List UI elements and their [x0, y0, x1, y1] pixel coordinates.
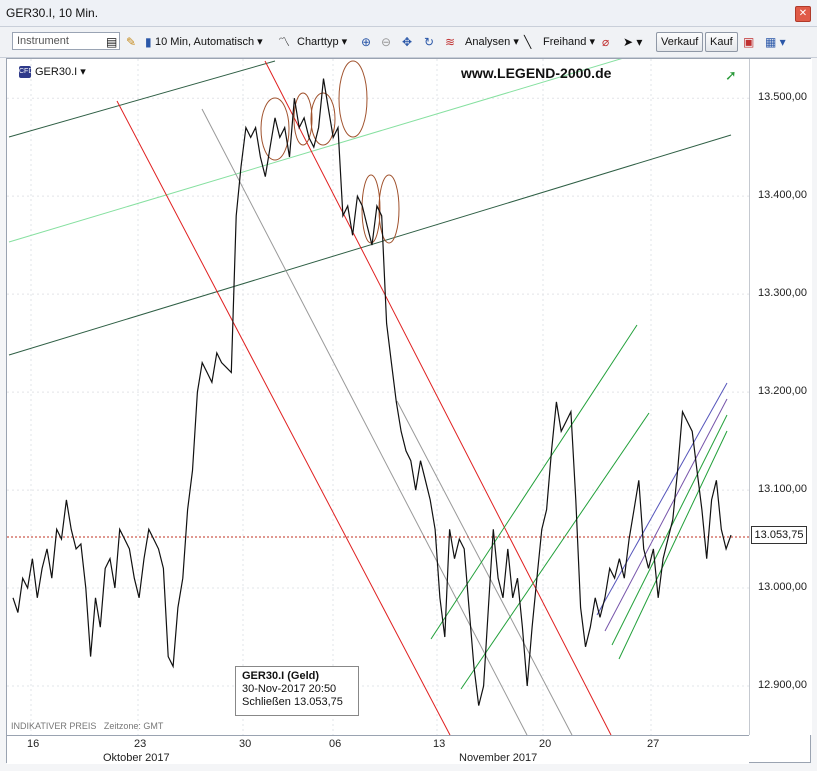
chart-area[interactable]: CFD GER30.I ▾ www.LEGEND-2000.de ➚ 13.500… — [6, 58, 812, 764]
blue-channel-1 — [596, 382, 728, 616]
footer-note: INDIKATIVER PREIS Zeitzone: GMT — [11, 721, 163, 731]
red-channel-right — [264, 60, 612, 736]
toolbar: Instrument ▤ ✎ ▮ 10 Min, Automatisch ▾ 〽… — [0, 27, 817, 58]
indicative-price-label: INDIKATIVER PREIS — [11, 721, 97, 731]
tooltip-title: GER30.I (Geld) — [242, 670, 320, 682]
refresh-icon[interactable]: ↻ — [424, 32, 434, 52]
chart-type-icon[interactable]: 〽 — [278, 32, 290, 52]
magic-wand-icon[interactable]: ✎ — [126, 32, 136, 52]
blue-channel-2 — [604, 398, 728, 632]
y-tick-label: 13.400,00 — [758, 189, 807, 202]
grid — [7, 59, 749, 735]
month-label-november: November 2017 — [459, 752, 538, 764]
cfd-icon: CFD — [19, 66, 33, 79]
y-tick-label: 13.500,00 — [758, 91, 807, 104]
gray-trend-left — [201, 108, 528, 736]
trendlines — [7, 59, 749, 736]
x-tick-label: 23 — [134, 738, 147, 750]
light-trend-line — [8, 59, 623, 243]
pan-icon[interactable]: ✥ — [402, 32, 412, 52]
zoom-in-icon[interactable]: ⊕ — [361, 32, 371, 52]
x-axis[interactable]: 16 23 30 06 13 20 27 Oktober 2017 November 201… — [7, 735, 749, 764]
live-indicator-icon: ➚ — [725, 67, 737, 83]
charttype-menu[interactable]: Charttyp ▾ — [297, 32, 347, 52]
interval-icon[interactable]: ▮ — [145, 32, 152, 52]
pattern-circle-4 — [338, 60, 368, 138]
x-tick-label: 27 — [647, 738, 660, 750]
x-tick-label: 16 — [27, 738, 40, 750]
zoom-out-icon[interactable]: ⊖ — [381, 32, 391, 52]
instrument-input[interactable]: Instrument — [12, 32, 120, 50]
tooltip-date: 30-Nov-2017 20:50 — [242, 683, 337, 695]
pattern-circle-3 — [310, 92, 336, 146]
layout-icon[interactable]: ▦ ▾ — [765, 32, 786, 52]
tooltip-close-label: Schließen — [242, 696, 291, 708]
cursor-icon[interactable]: ➤ ▾ — [623, 32, 642, 52]
green-channel-4 — [618, 430, 728, 660]
buy-button[interactable]: Kauf — [705, 32, 738, 52]
interval-selector[interactable]: 10 Min, Automatisch ▾ — [155, 32, 263, 52]
tooltip-close-value: 13.053,75 — [293, 696, 343, 708]
freihand-menu[interactable]: Freihand ▾ — [543, 32, 595, 52]
line-tool-icon[interactable]: ╲ — [524, 32, 531, 52]
y-tick-label: 13.300,00 — [758, 287, 807, 300]
x-tick-label: 06 — [329, 738, 342, 750]
sell-button[interactable]: Verkauf — [656, 32, 704, 52]
chart-settings-icon[interactable]: ▣ — [743, 32, 754, 52]
window-title: GER30.I, 10 Min. — [6, 6, 99, 20]
analysis-icon[interactable]: ≋ — [445, 32, 455, 52]
last-price-badge: 13.053,75 — [751, 526, 807, 545]
green-channel-3 — [611, 414, 728, 646]
list-icon[interactable]: ▤ — [106, 32, 117, 52]
month-label-october: Oktober 2017 — [103, 752, 170, 764]
data-tooltip: GER30.I (Geld) 30-Nov-2017 20:50 Schließ… — [235, 666, 359, 716]
mid-channel-line — [8, 134, 732, 356]
title-bar: GER30.I, 10 Min. ✕ — [0, 0, 817, 27]
y-tick-label: 13.200,00 — [758, 385, 807, 398]
close-icon[interactable]: ✕ — [795, 6, 811, 22]
x-tick-label: 20 — [539, 738, 552, 750]
timezone-label: Zeitzone: GMT — [103, 721, 164, 731]
price-chart[interactable] — [7, 59, 812, 764]
pattern-circle-5 — [361, 174, 381, 244]
symbol-selector[interactable]: CFD GER30.I ▾ — [19, 65, 86, 79]
y-axis[interactable]: 13.500,00 13.400,00 13.300,00 13.200,00 13.1… — [749, 59, 812, 735]
analysen-menu[interactable]: Analysen ▾ — [465, 32, 519, 52]
eraser-icon[interactable]: ⌀ — [602, 32, 609, 52]
y-tick-label: 13.100,00 — [758, 483, 807, 496]
y-tick-label: 13.000,00 — [758, 581, 807, 594]
x-tick-label: 13 — [433, 738, 446, 750]
x-tick-label: 30 — [239, 738, 252, 750]
y-tick-label: 12.900,00 — [758, 679, 807, 691]
brand-watermark: www.LEGEND-2000.de — [461, 65, 612, 81]
